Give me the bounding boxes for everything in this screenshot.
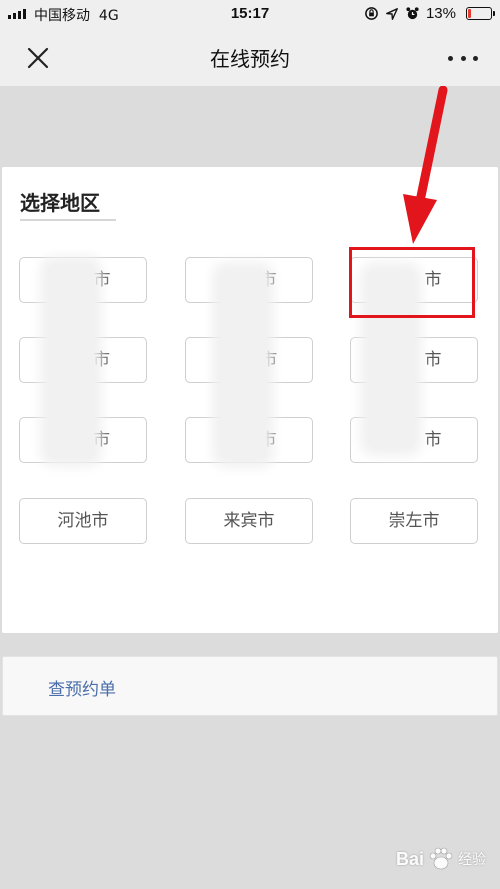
location-icon (386, 7, 398, 20)
highlight-box (349, 247, 475, 318)
watermark-suffix: 经验 (458, 852, 486, 868)
watermark: Bai 经验 (396, 847, 486, 871)
blur-redaction (48, 264, 94, 459)
region-heading: 选择地区 (20, 191, 100, 215)
heading-underline (20, 219, 116, 221)
city-button-laibin[interactable]: 来宾市 (185, 498, 313, 544)
city-button-hechi[interactable]: 河池市 (19, 498, 147, 544)
page-title: 在线预约 (210, 47, 290, 71)
blur-redaction (220, 270, 266, 460)
status-bar: 中国移动 4G 15:17 13% (0, 0, 500, 30)
alarm-icon (406, 7, 419, 20)
watermark-brand: Bai (395, 848, 424, 869)
red-arrow-icon (403, 86, 448, 244)
rotation-lock-icon (365, 7, 378, 20)
battery-icon (466, 7, 495, 20)
battery-percent: 13% (425, 5, 456, 22)
nav-bar: 在线预约 (0, 30, 500, 86)
view-orders-link[interactable]: 查预约单 (48, 675, 116, 700)
orders-card: 查预约单 (2, 656, 498, 716)
paw-logo-icon (429, 847, 453, 870)
more-icon[interactable] (448, 48, 478, 68)
status-right: 13% (364, 5, 495, 22)
city-button-chongzuo[interactable]: 崇左市 (350, 498, 478, 544)
